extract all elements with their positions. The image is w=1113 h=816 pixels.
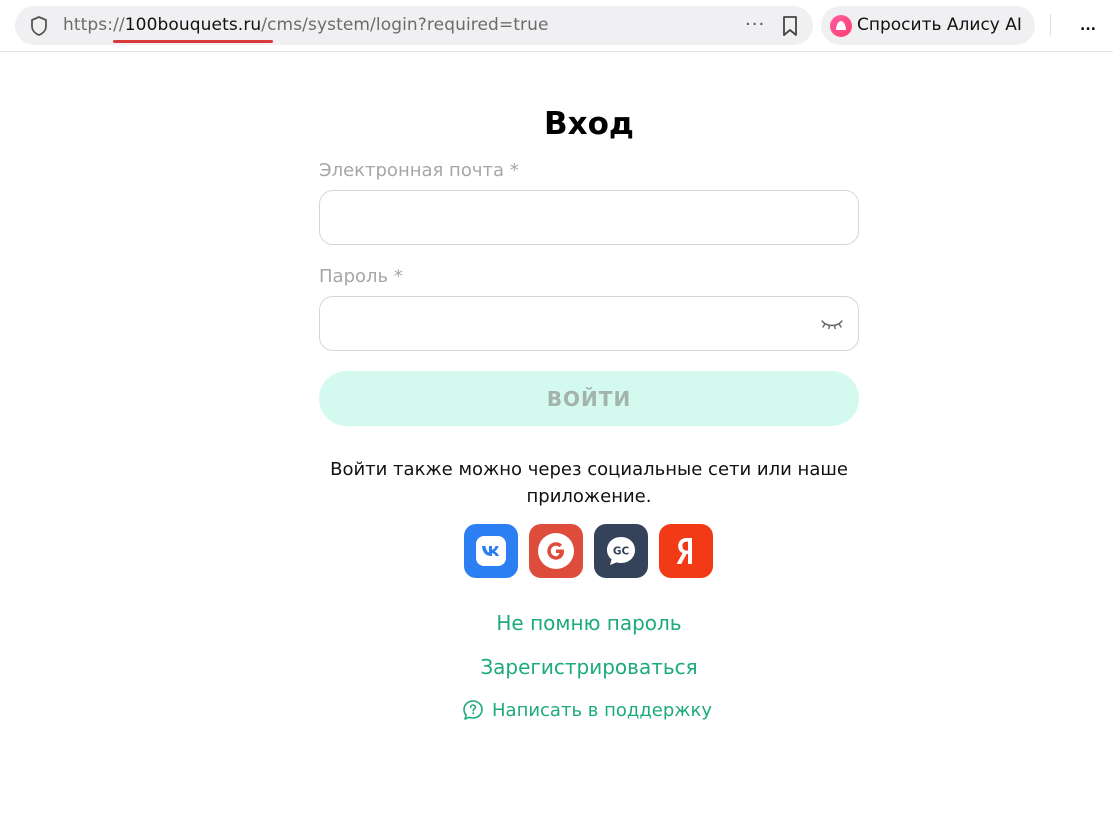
yandex-login-button[interactable] [659, 524, 713, 578]
support-label: Написать в поддержку [492, 699, 713, 721]
url-text[interactable]: https://100bouquets.ru/cms/system/login?… [63, 15, 549, 35]
browser-toolbar: https://100bouquets.ru/cms/system/login?… [0, 0, 1113, 52]
eye-closed-icon[interactable] [820, 316, 844, 332]
svg-text:GC: GC [613, 546, 630, 558]
yandex-icon [676, 538, 692, 564]
url-prefix: https:// [63, 15, 125, 35]
page-title: Вход [544, 106, 634, 142]
google-login-button[interactable] [529, 524, 583, 578]
social-login-text: Войти также можно через социальные сети … [330, 459, 848, 507]
ask-alice-button[interactable]: Спросить Алису AI [821, 6, 1035, 45]
social-login-buttons: GC [464, 524, 713, 578]
email-label: Электронная почта * [319, 160, 519, 181]
support-link[interactable]: Написать в поддержку [462, 699, 712, 721]
vk-login-button[interactable] [464, 524, 518, 578]
chat-question-icon [463, 700, 483, 720]
gc-login-button[interactable]: GC [594, 524, 648, 578]
password-field-wrapper [319, 296, 859, 351]
vk-icon [476, 536, 506, 566]
address-more-button[interactable]: ··· [745, 14, 765, 35]
gc-icon: GC [607, 537, 635, 565]
shield-icon[interactable] [28, 15, 50, 37]
browser-menu-button[interactable]: ... [1080, 18, 1096, 34]
password-field[interactable] [320, 297, 858, 350]
email-field[interactable] [320, 191, 858, 244]
url-domain-underline [113, 40, 273, 43]
alice-icon [830, 15, 852, 37]
bookmark-icon[interactable] [780, 15, 800, 37]
address-bar[interactable]: https://100bouquets.ru/cms/system/login?… [15, 6, 813, 45]
password-label: Пароль * [319, 266, 403, 287]
register-link[interactable]: Зарегистрироваться [319, 655, 859, 679]
url-domain: 100bouquets.ru [124, 15, 262, 35]
url-path: /cms/system/login?required=true [261, 15, 549, 35]
email-field-wrapper [319, 190, 859, 245]
google-icon [538, 533, 574, 569]
login-button[interactable]: ВОЙТИ [319, 371, 859, 426]
toolbar-divider [1050, 14, 1051, 36]
forgot-password-link[interactable]: Не помню пароль [319, 611, 859, 635]
alice-label: Спросить Алису AI [857, 15, 1022, 35]
